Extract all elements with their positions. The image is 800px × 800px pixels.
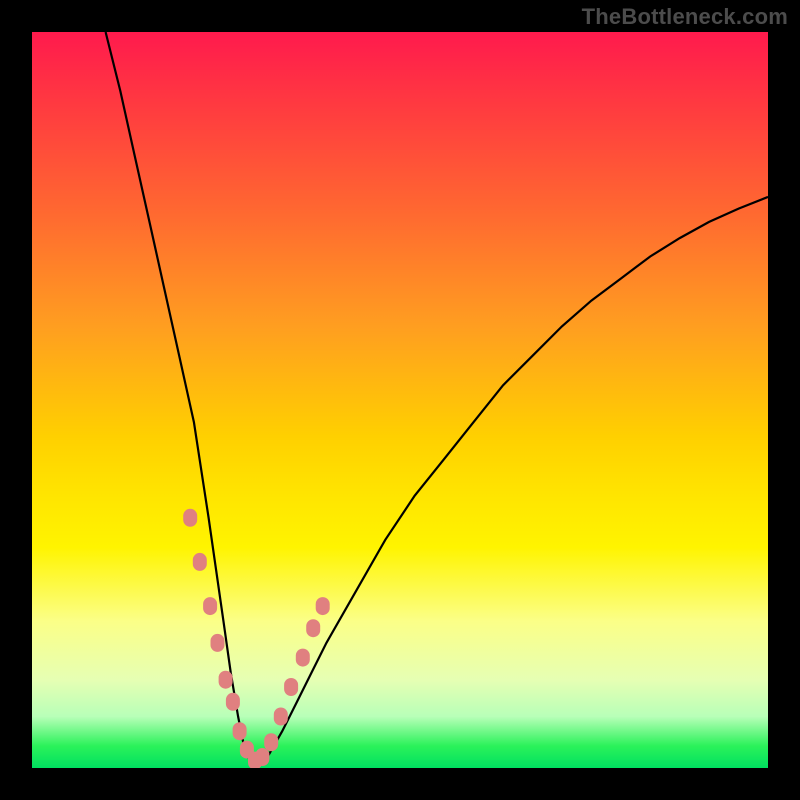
watermark-text: TheBottleneck.com [582,4,788,30]
marker-dot [226,693,240,711]
marker-dot [296,649,310,667]
marker-dot [193,553,207,571]
marker-dot [306,619,320,637]
marker-dot [203,597,217,615]
marker-dot [233,722,247,740]
marker-dot [255,748,269,766]
marker-dot [211,634,225,652]
marker-dot [183,509,197,527]
plot-area [32,32,768,768]
curve-line [106,32,768,764]
marker-dot [274,708,288,726]
marker-group [183,509,330,768]
marker-dot [264,733,278,751]
marker-dot [219,671,233,689]
marker-dot [316,597,330,615]
chart-frame: TheBottleneck.com [0,0,800,800]
marker-dot [284,678,298,696]
chart-svg [32,32,768,768]
